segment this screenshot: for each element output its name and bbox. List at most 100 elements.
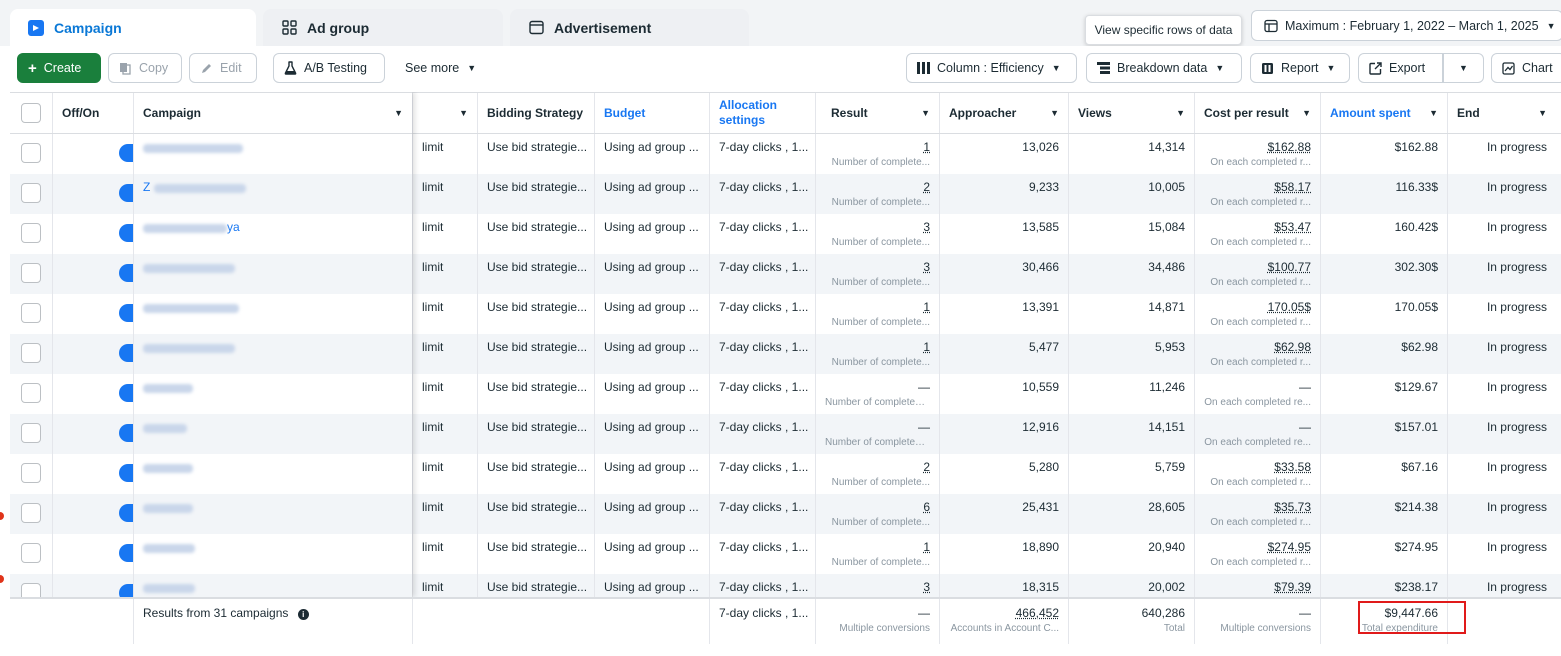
header-hidden-column[interactable]: ▼	[413, 93, 478, 133]
table-footer: Results from 31 campaigns i 7-day clicks…	[10, 597, 1561, 644]
header-end[interactable]: End ▼	[1448, 93, 1561, 133]
export-button[interactable]: Export	[1358, 53, 1443, 83]
table-row[interactable]: limit Use bid strategie... Using ad group …	[10, 294, 1561, 334]
campaign-cell[interactable]	[134, 414, 413, 454]
campaign-toggle[interactable]	[119, 504, 133, 522]
limit-cell: limit	[413, 214, 478, 254]
row-checkbox[interactable]	[21, 183, 41, 203]
campaign-cell[interactable]: ya	[134, 214, 413, 254]
campaign-toggle[interactable]	[119, 344, 133, 362]
header-label: Bidding Strategy	[487, 106, 584, 120]
result-value: 1	[923, 540, 930, 554]
row-checkbox[interactable]	[21, 463, 41, 483]
table-row[interactable]: limit Use bid strategie... Using ad group …	[10, 414, 1561, 454]
campaign-name-link[interactable]	[143, 260, 235, 274]
edit-button[interactable]: Edit	[189, 53, 257, 83]
campaign-name-link[interactable]	[143, 540, 195, 554]
campaign-toggle[interactable]	[119, 264, 133, 282]
table-row[interactable]: limit Use bid strategie... Using ad group …	[10, 134, 1561, 174]
header-off-on[interactable]: Off/On	[53, 93, 134, 133]
row-checkbox[interactable]	[21, 303, 41, 323]
campaign-toggle[interactable]	[119, 544, 133, 562]
result-subtext: Number of complete...	[831, 477, 930, 488]
header-cost-per-result[interactable]: Cost per result ▼	[1195, 93, 1321, 133]
table-row[interactable]: limit Use bid strategie... Using ad group …	[10, 334, 1561, 374]
date-range-picker[interactable]: Maximum : February 1, 2022 – March 1, 20…	[1251, 10, 1561, 41]
row-checkbox[interactable]	[21, 223, 41, 243]
campaign-cell[interactable]	[134, 494, 413, 534]
row-checkbox[interactable]	[21, 383, 41, 403]
campaign-toggle[interactable]	[119, 384, 133, 402]
approacher-value: 25,431	[1022, 500, 1059, 514]
header-allocation-settings[interactable]: Allocation settings	[710, 93, 816, 133]
approacher-cell: 13,026	[940, 134, 1069, 174]
ab-testing-button[interactable]: A/B Testing	[273, 53, 385, 83]
table-row[interactable]: limit Use bid strategie... Using ad group …	[10, 534, 1561, 574]
row-checkbox[interactable]	[21, 343, 41, 363]
campaign-name-link[interactable]	[143, 140, 243, 154]
amount-value: 170.05$	[1394, 300, 1438, 314]
table-row[interactable]: limit Use bid strategie... Using ad group …	[10, 254, 1561, 294]
campaign-name-link[interactable]	[143, 300, 239, 314]
header-campaign[interactable]: Campaign ▼	[134, 93, 413, 133]
column-efficiency-dropdown[interactable]: Column : Efficiency ▼	[906, 53, 1077, 83]
limit-value: limit	[422, 380, 444, 394]
campaign-name-link[interactable]	[143, 340, 235, 354]
table-row[interactable]: limit Use bid strategie... Using ad group …	[10, 494, 1561, 534]
tab-campaign[interactable]: Campaign	[10, 9, 256, 46]
header-budget[interactable]: Budget	[595, 93, 710, 133]
report-dropdown[interactable]: Report ▼	[1250, 53, 1350, 83]
campaign-toggle[interactable]	[119, 144, 133, 162]
campaign-name-link[interactable]	[143, 460, 193, 474]
campaign-toggle[interactable]	[119, 184, 133, 202]
row-checkbox[interactable]	[21, 423, 41, 443]
approacher-value: 13,026	[1022, 140, 1059, 154]
campaign-name-link[interactable]	[143, 380, 193, 394]
breakdown-data-dropdown[interactable]: Breakdown data ▼	[1086, 53, 1242, 83]
campaign-name-link[interactable]	[143, 420, 187, 434]
campaign-toggle[interactable]	[119, 304, 133, 322]
tab-advertisement[interactable]: Advertisement	[510, 9, 749, 46]
see-more-button[interactable]: See more ▼	[395, 53, 491, 83]
select-all-checkbox[interactable]	[21, 103, 41, 123]
campaign-name-link[interactable]	[143, 580, 195, 594]
header-approacher[interactable]: Approacher ▼	[940, 93, 1069, 133]
campaign-cell[interactable]	[134, 374, 413, 414]
campaign-cell[interactable]: Z	[134, 174, 413, 214]
campaign-name-link[interactable]: ya	[143, 220, 240, 234]
row-checkbox[interactable]	[21, 263, 41, 283]
campaign-cell[interactable]	[134, 454, 413, 494]
campaign-name-link[interactable]	[143, 500, 193, 514]
tab-ad-group[interactable]: Ad group	[263, 9, 503, 46]
campaign-cell[interactable]	[134, 534, 413, 574]
allocation-cell: 7-day clicks , 1...	[710, 134, 816, 174]
row-checkbox[interactable]	[21, 503, 41, 523]
campaign-cell[interactable]	[134, 334, 413, 374]
campaign-toggle[interactable]	[119, 224, 133, 242]
create-button[interactable]: + Create	[17, 53, 101, 83]
table-row[interactable]: limit Use bid strategie... Using ad group …	[10, 374, 1561, 414]
campaign-cell[interactable]	[134, 294, 413, 334]
chart-button[interactable]: Chart	[1491, 53, 1561, 83]
export-options-button[interactable]: ▼	[1443, 53, 1484, 83]
result-cell: 1 Number of complete...	[816, 534, 940, 574]
row-checkbox[interactable]	[21, 143, 41, 163]
row-checkbox[interactable]	[21, 543, 41, 563]
grid-icon	[281, 20, 297, 36]
campaign-cell[interactable]	[134, 254, 413, 294]
table-row[interactable]: Z limit Use bid strategie... Using ad grou…	[10, 174, 1561, 214]
campaign-toggle[interactable]	[119, 424, 133, 442]
campaign-cell[interactable]	[134, 134, 413, 174]
table-row[interactable]: ya limit Use bid strategie... Using ad grou…	[10, 214, 1561, 254]
header-views[interactable]: Views ▼	[1069, 93, 1195, 133]
copy-button[interactable]: Copy	[108, 53, 182, 83]
campaign-toggle[interactable]	[119, 464, 133, 482]
info-icon[interactable]: i	[297, 609, 309, 620]
result-subtext: Number of completed ...	[825, 437, 930, 448]
campaign-name-link[interactable]: Z	[143, 180, 246, 194]
header-result[interactable]: Result ▼	[816, 93, 940, 133]
header-amount-spent[interactable]: Amount spent ▼	[1321, 93, 1448, 133]
table-row[interactable]: limit Use bid strategie... Using ad group …	[10, 454, 1561, 494]
footer-result-value: —	[918, 606, 930, 620]
header-bidding-strategy[interactable]: Bidding Strategy	[478, 93, 595, 133]
